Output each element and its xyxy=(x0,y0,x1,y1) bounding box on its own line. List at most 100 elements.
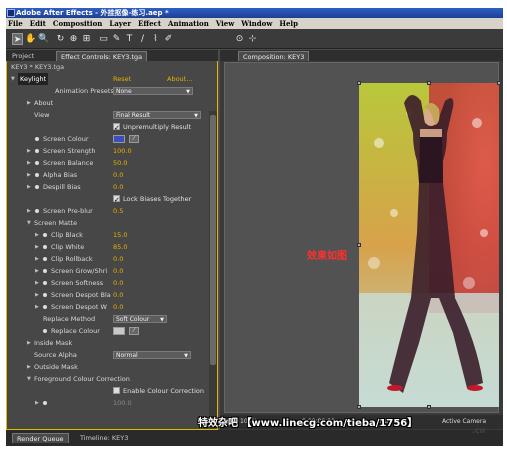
screen-preblur-value[interactable]: 0.5 xyxy=(113,205,123,217)
screen-balance-value[interactable]: 50.0 xyxy=(113,157,127,169)
clone-stamp-tool-icon[interactable]: ⌇ xyxy=(150,33,161,45)
twirl-right-icon[interactable]: ▶ xyxy=(27,145,31,157)
stopwatch-icon[interactable] xyxy=(43,269,47,273)
stopwatch-icon[interactable] xyxy=(35,137,39,141)
composition-viewer[interactable]: 效果如图 xyxy=(224,62,501,413)
despot-black-value[interactable]: 0.0 xyxy=(113,289,123,301)
stopwatch-icon[interactable] xyxy=(35,173,39,177)
stopwatch-icon[interactable] xyxy=(43,329,47,333)
scrollbar[interactable] xyxy=(209,111,217,427)
screen-colour-swatch[interactable] xyxy=(113,135,125,143)
last-value[interactable]: 100.0 xyxy=(113,397,132,409)
despill-bias-value[interactable]: 0.0 xyxy=(113,181,123,193)
twirl-down-icon[interactable]: ▼ xyxy=(27,217,31,229)
camera-dropdown[interactable]: Active Camera xyxy=(442,418,486,425)
effect-name[interactable]: Keylight xyxy=(18,73,49,85)
stopwatch-icon[interactable] xyxy=(35,209,39,213)
presets-dropdown[interactable]: None ▼ xyxy=(113,87,193,95)
transform-handle[interactable] xyxy=(427,405,431,409)
hand-tool-icon[interactable]: ✋ xyxy=(25,33,36,45)
twirl-right-icon[interactable]: ▶ xyxy=(27,169,31,181)
twirl-right-icon[interactable]: ▶ xyxy=(35,241,39,253)
menu-animation[interactable]: Animation xyxy=(168,19,209,28)
zoom-tool-icon[interactable]: 🔍 xyxy=(38,33,49,45)
rectangle-mask-tool-icon[interactable]: ▭ xyxy=(98,33,109,45)
tab-composition[interactable]: Composition: KEY3 xyxy=(238,51,310,61)
twirl-down-icon[interactable]: ▼ xyxy=(27,373,31,385)
stopwatch-icon[interactable] xyxy=(43,245,47,249)
despot-white-value[interactable]: 0.0 xyxy=(113,301,123,313)
eyedropper-icon[interactable]: ⁄ xyxy=(129,135,139,143)
axis-local-icon[interactable]: ⊙ xyxy=(234,33,245,45)
stopwatch-icon[interactable] xyxy=(43,281,47,285)
twirl-right-icon[interactable]: ▶ xyxy=(35,301,39,313)
transform-handle[interactable] xyxy=(357,81,361,85)
transform-handle[interactable] xyxy=(427,81,431,85)
transform-handle[interactable] xyxy=(497,81,501,85)
replace-method-dropdown[interactable]: Soft Colour ▼ xyxy=(113,315,167,323)
stopwatch-icon[interactable] xyxy=(43,233,47,237)
brush-tool-icon[interactable]: ∕ xyxy=(137,33,148,45)
twirl-right-icon[interactable]: ▶ xyxy=(27,157,31,169)
tab-timeline[interactable]: Timeline: KEY3 xyxy=(76,433,132,443)
menu-effect[interactable]: Effect xyxy=(138,19,161,28)
menu-layer[interactable]: Layer xyxy=(109,19,131,28)
twirl-right-icon[interactable]: ▶ xyxy=(35,253,39,265)
unpremultiply-checkbox[interactable] xyxy=(113,122,120,134)
menu-composition[interactable]: Composition xyxy=(53,19,102,28)
about-link[interactable]: About... xyxy=(167,73,192,85)
menu-help[interactable]: Help xyxy=(279,19,298,28)
menu-edit[interactable]: Edit xyxy=(30,19,46,28)
tab-project[interactable]: Project xyxy=(8,51,38,61)
twirl-right-icon[interactable]: ▶ xyxy=(27,205,31,217)
stopwatch-icon[interactable] xyxy=(35,161,39,165)
clip-rollback-value[interactable]: 0.0 xyxy=(113,253,123,265)
menu-window[interactable]: Window xyxy=(241,19,272,28)
twirl-right-icon[interactable]: ▶ xyxy=(35,229,39,241)
lock-biases-checkbox[interactable] xyxy=(113,194,120,206)
menu-view[interactable]: View xyxy=(216,19,234,28)
stopwatch-icon[interactable] xyxy=(43,305,47,309)
stopwatch-icon[interactable] xyxy=(35,185,39,189)
replace-colour-swatch[interactable] xyxy=(113,327,125,335)
pan-behind-tool-icon[interactable]: ⊞ xyxy=(81,33,92,45)
selection-tool-icon[interactable]: ➤ xyxy=(12,33,23,45)
rotation-tool-icon[interactable]: ↻ xyxy=(55,33,66,45)
axis-world-icon[interactable]: ⊹ xyxy=(247,33,258,45)
eyedropper-icon[interactable]: ⁄ xyxy=(129,327,139,335)
tab-effect-controls[interactable]: Effect Controls: KEY3.tga xyxy=(56,51,148,61)
twirl-right-icon[interactable]: ▶ xyxy=(35,265,39,277)
twirl-down-icon[interactable]: ▼ xyxy=(11,73,15,85)
twirl-right-icon[interactable]: ▶ xyxy=(27,97,31,109)
source-alpha-dropdown[interactable]: Normal ▼ xyxy=(113,351,191,359)
composited-layer-image[interactable] xyxy=(359,83,499,407)
enable-cc-checkbox[interactable] xyxy=(113,387,120,394)
view-dropdown[interactable]: Final Result ▼ xyxy=(113,111,201,119)
stopwatch-icon[interactable] xyxy=(43,293,47,297)
scrollbar-thumb[interactable] xyxy=(210,115,216,365)
screen-softness-value[interactable]: 0.0 xyxy=(113,277,123,289)
orbit-camera-tool-icon[interactable]: ⊕ xyxy=(68,33,79,45)
twirl-right-icon[interactable]: ▶ xyxy=(27,361,31,373)
twirl-right-icon[interactable]: ▶ xyxy=(27,181,31,193)
transform-handle[interactable] xyxy=(357,243,361,247)
eraser-tool-icon[interactable]: ✐ xyxy=(163,33,174,45)
menu-file[interactable]: File xyxy=(8,19,23,28)
screen-grow-value[interactable]: 0.0 xyxy=(113,265,123,277)
stopwatch-icon[interactable] xyxy=(43,401,47,405)
twirl-right-icon[interactable]: ▶ xyxy=(35,289,39,301)
transform-handle[interactable] xyxy=(357,405,361,409)
reset-link[interactable]: Reset xyxy=(113,73,131,85)
stopwatch-icon[interactable] xyxy=(43,257,47,261)
stopwatch-icon[interactable] xyxy=(35,149,39,153)
tab-render-queue[interactable]: Render Queue xyxy=(12,433,69,443)
pen-tool-icon[interactable]: ✎ xyxy=(111,33,122,45)
screen-strength-value[interactable]: 100.0 xyxy=(113,145,132,157)
type-tool-icon[interactable]: T xyxy=(124,33,135,45)
twirl-right-icon[interactable]: ▶ xyxy=(35,397,39,409)
clip-white-value[interactable]: 85.0 xyxy=(113,241,127,253)
twirl-right-icon[interactable]: ▶ xyxy=(35,277,39,289)
alpha-bias-value[interactable]: 0.0 xyxy=(113,169,123,181)
clip-black-value[interactable]: 15.0 xyxy=(113,229,127,241)
twirl-right-icon[interactable]: ▶ xyxy=(27,337,31,349)
